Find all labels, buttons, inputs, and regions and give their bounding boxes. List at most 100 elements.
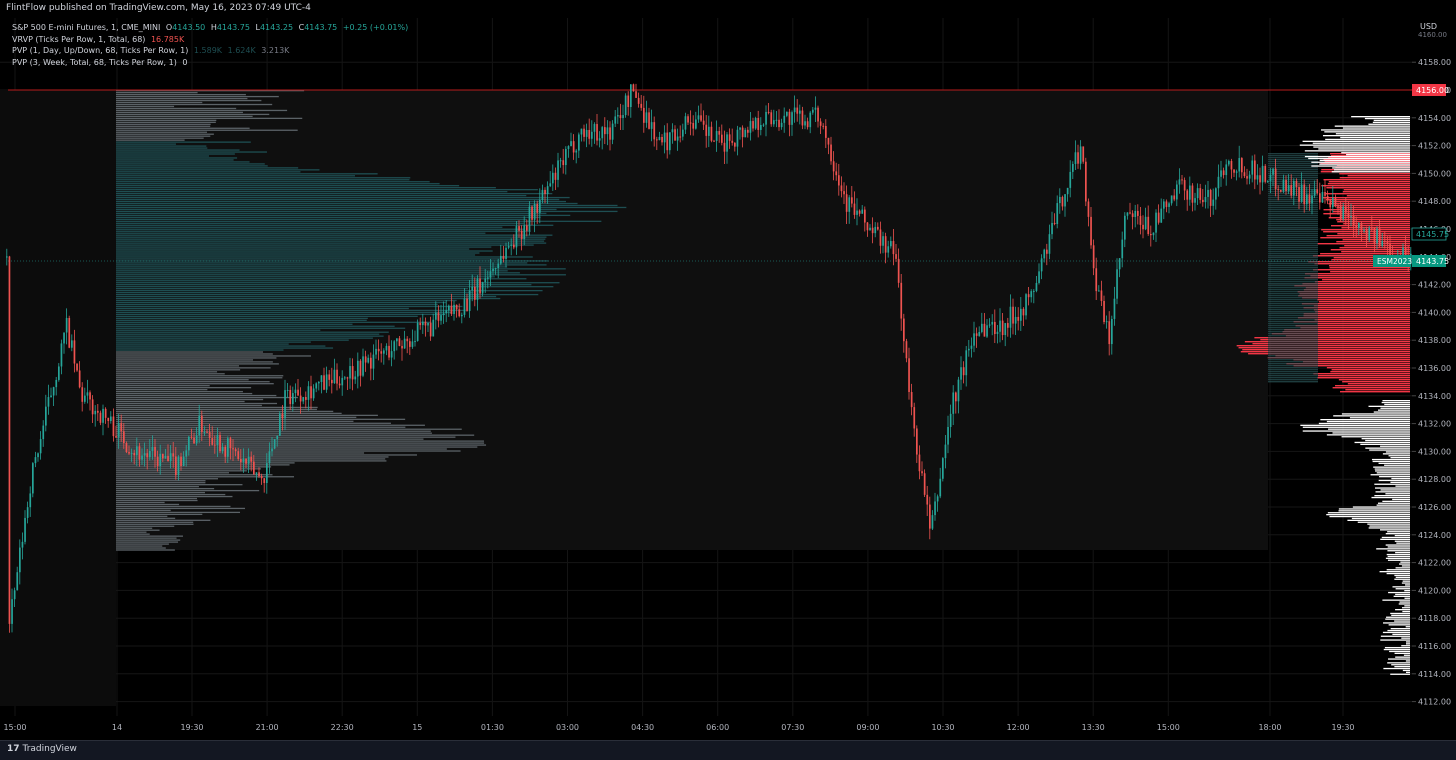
pvp-week-row-bar (1326, 434, 1410, 436)
pvp-week-row-bar (1402, 610, 1410, 613)
candle-body (606, 127, 609, 135)
candle-body (856, 210, 858, 215)
price-axis[interactable]: USD 4160.00 4158.00 4156.00 4154.00 4152.00… (1411, 18, 1456, 740)
pvp-day-row-bar (1332, 211, 1410, 213)
pvp-week-row-bar (1319, 163, 1410, 165)
pvp-day-row-bar (1338, 379, 1410, 381)
pvp-day-volume-bar (1268, 313, 1318, 315)
candle-body (611, 123, 614, 140)
pvp-week-row-bar (1391, 664, 1410, 666)
vrvp-row-bar (116, 171, 301, 173)
candle-body (1202, 199, 1204, 203)
candle-body (1360, 223, 1363, 231)
candle-body (960, 367, 962, 380)
vrvp-row-bar (116, 430, 431, 432)
candle-body (630, 84, 632, 108)
candle-body (1020, 308, 1022, 321)
candle-body (195, 435, 198, 444)
pvp-day-row-bar (1345, 389, 1410, 391)
candle-body (1079, 146, 1082, 164)
pvp-day-volume-bar (1268, 321, 1318, 323)
pvp-day-volume-bar (1268, 299, 1318, 301)
candle-body (346, 377, 349, 379)
pvp1-label[interactable]: PVP (1, Day, Up/Down, 68, Ticks Per Row,… (12, 46, 188, 55)
price-chart[interactable]: USD 4160.00 4158.00 4156.00 4154.00 4152.00… (0, 18, 1456, 740)
pvp-day-row-bar (1317, 377, 1410, 379)
pvp-day-row-bar (1315, 311, 1410, 313)
candle-body (1204, 196, 1207, 203)
candle-body (1048, 234, 1051, 254)
candle-body (154, 446, 156, 457)
vrvp-row-bar (116, 153, 235, 155)
vrvp-row-bar (116, 238, 546, 240)
candle-body (874, 226, 877, 234)
vrvp-row-bar (116, 305, 463, 308)
candle-body (609, 127, 611, 140)
pvp-week-row-bar (1380, 538, 1410, 540)
candle-body (866, 222, 869, 231)
vrvp-row-bar (116, 438, 424, 440)
candle-body (19, 547, 21, 573)
vrvp-row-bar (116, 337, 373, 339)
pvp-week-row-bar (1395, 576, 1410, 578)
vrvp-row-bar (116, 416, 357, 418)
candle-body (1059, 196, 1061, 204)
pvp-week-row-bar (1357, 521, 1410, 523)
candle-body (34, 457, 37, 464)
candle-body (848, 197, 851, 212)
tradingview-logo[interactable]: 17 TradingView (7, 744, 77, 754)
candle-body (793, 107, 796, 113)
pvp-week-row-bar (1354, 441, 1410, 444)
candle-body (728, 134, 731, 141)
legend-vrvp-row[interactable]: VRVP (Ticks Per Row, 1, Total, 68) 16.78… (12, 34, 411, 46)
price-tick-label: 4142.00 (1418, 281, 1451, 290)
candle-body (991, 321, 994, 325)
high-price-value: 4156.00 (1416, 86, 1449, 95)
pvp-day-row-bar (1325, 199, 1410, 201)
candle-body (674, 129, 676, 141)
vrvp-row-bar (116, 133, 214, 135)
vrvp-row-bar (116, 303, 438, 306)
symbol-name[interactable]: S&P 500 E-mini Futures, 1, CME_MINI (12, 23, 160, 32)
vrvp-row-bar (116, 301, 446, 304)
candle-body (744, 129, 747, 138)
candle-body (39, 439, 42, 454)
pvp-week-row-bar (1328, 428, 1410, 430)
candle-body (926, 494, 929, 505)
candle-body (68, 318, 71, 348)
candle-body (466, 298, 468, 312)
pvp-week-row-bar (1374, 495, 1410, 497)
candle-body (853, 203, 856, 215)
pvp2-label[interactable]: PVP (3, Week, Total, 68, Ticks Per Row, … (12, 58, 177, 67)
candle-body (710, 126, 713, 141)
time-axis[interactable]: 15:00 14 19:30 21:00 22:30 15 01:30 03:00 04:30 0… (0, 716, 1456, 740)
legend-pvp2-row[interactable]: PVP (3, Week, Total, 68, Ticks Per Row, … (12, 57, 411, 69)
vrvp-row-bar (116, 270, 508, 272)
pvp-day-volume-bar (1268, 249, 1318, 251)
pvp-day-volume-bar (1268, 317, 1318, 319)
candle-body (143, 453, 146, 456)
candle-body (133, 452, 136, 456)
legend-pvp1-row[interactable]: PVP (1, Day, Up/Down, 68, Ticks Per Row,… (12, 45, 411, 57)
pvp-day-volume-bar (1268, 215, 1318, 217)
candle-body (489, 271, 492, 278)
vrvp-row-bar (116, 169, 320, 171)
vrvp-row-bar (116, 347, 334, 349)
candle-body (1129, 212, 1131, 214)
candle-body (1007, 323, 1009, 328)
candle-body (370, 357, 372, 369)
pvp-week-row-bar (1388, 624, 1410, 626)
vrvp-row-bar (116, 482, 206, 484)
candle-body (715, 131, 718, 141)
vrvp-row-bar (116, 440, 484, 442)
pvp-day-volume-bar (1268, 243, 1318, 245)
pvp-week-row-bar (1402, 580, 1410, 582)
price-tick-label: 4140.00 (1418, 308, 1451, 317)
vrvp-row-bar (116, 543, 169, 545)
vrvp-label[interactable]: VRVP (Ticks Per Row, 1, Total, 68) (12, 35, 145, 44)
pvp-day-row-bar (1313, 373, 1410, 375)
pvp-week-row-bar (1405, 584, 1410, 586)
pvp-week-row-bar (1341, 436, 1410, 438)
legend-symbol-row[interactable]: S&P 500 E-mini Futures, 1, CME_MINI O414… (12, 22, 411, 34)
pvp-week-row-bar (1387, 546, 1410, 548)
